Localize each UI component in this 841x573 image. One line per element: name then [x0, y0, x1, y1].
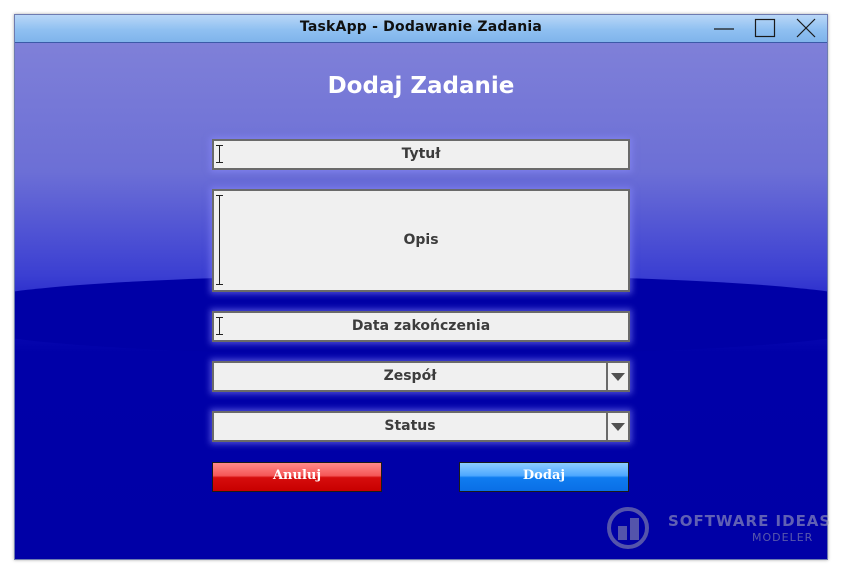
team-select[interactable]: Zespół: [212, 361, 630, 392]
close-icon: [796, 18, 816, 38]
watermark-line1: SOFTWARE IDEAS: [668, 512, 832, 530]
maximize-icon: [754, 18, 776, 38]
form-area: Dodaj Zadanie Tytuł Opis Data zakończeni…: [15, 43, 827, 559]
close-button[interactable]: [794, 17, 818, 39]
minimize-icon: [714, 28, 734, 30]
status-select-value: Status: [384, 418, 436, 434]
app-window: TaskApp - Dodawanie Zadania Dodaj Zadani…: [14, 14, 828, 560]
watermark-line2: MODELER: [752, 531, 814, 544]
team-select-value: Zespół: [383, 368, 437, 384]
page-title: Dodaj Zadanie: [327, 73, 515, 99]
minimize-button[interactable]: [712, 17, 736, 39]
text-cursor-icon: [216, 195, 227, 285]
due-date-input[interactable]: Data zakończenia: [212, 311, 630, 342]
window-title: TaskApp - Dodawanie Zadania: [299, 19, 543, 35]
title-input[interactable]: Tytuł: [212, 139, 630, 170]
description-placeholder: Opis: [403, 232, 439, 248]
dropdown-arrow-icon[interactable]: [606, 413, 628, 440]
text-cursor-icon: [216, 317, 227, 335]
description-textarea[interactable]: Opis: [212, 189, 630, 292]
add-button[interactable]: Dodaj: [459, 462, 629, 492]
title-bar[interactable]: TaskApp - Dodawanie Zadania: [15, 15, 827, 43]
text-cursor-icon: [216, 145, 227, 163]
dropdown-arrow-icon[interactable]: [606, 363, 628, 390]
title-input-placeholder: Tytuł: [401, 146, 441, 162]
status-select[interactable]: Status: [212, 411, 630, 442]
watermark-logo-icon: [607, 507, 649, 549]
cancel-button[interactable]: Anuluj: [212, 462, 382, 492]
due-date-placeholder: Data zakończenia: [351, 318, 491, 334]
watermark: SOFTWARE IDEAS MODELER: [604, 504, 834, 550]
maximize-button[interactable]: [753, 17, 777, 39]
